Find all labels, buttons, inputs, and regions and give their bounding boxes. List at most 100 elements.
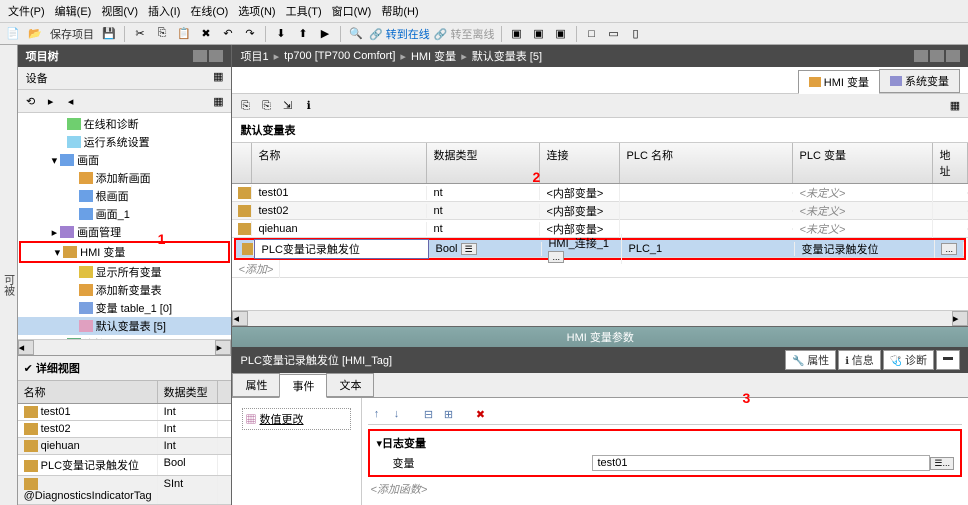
hmi-tag-params-divider[interactable]: HMI 变量参数 [232,326,968,347]
tree-hscroll[interactable]: ◂▸ [18,339,232,355]
tab-hmi-tags[interactable]: HMI 变量 [798,70,880,94]
ev-outdent-icon[interactable]: ⊞ [440,406,456,422]
save-icon[interactable]: 💾 [100,25,118,43]
menu-edit[interactable]: 编辑(E) [51,2,96,20]
tree-default-tag-table[interactable]: 默认变量表 [5] [18,317,232,335]
grid-hscroll[interactable]: ◂▸ [232,310,968,326]
new-project-icon[interactable]: 📄 [4,25,22,43]
event-var-picker-icon[interactable]: ☰... [930,457,954,470]
tag-row-selected[interactable]: PLC变量记录触发位 Bool ☰ HMI_连接_1 ... PLC_1 变量记… [236,240,964,258]
download-icon[interactable]: ⬇ [272,25,290,43]
undo-icon[interactable]: ↶ [219,25,237,43]
open-project-icon[interactable]: 📂 [26,25,44,43]
menu-help[interactable]: 帮助(H) [377,2,422,20]
ct-btn2[interactable]: ⎘ [258,97,276,115]
event-value-change[interactable]: ▦ 数值更改 [242,408,351,430]
menu-window[interactable]: 窗口(W) [328,2,376,20]
search-icon[interactable]: 🔍 [347,25,365,43]
tree-nav-icon[interactable]: ⟲ [22,92,40,110]
detail-row[interactable]: qiehuanInt [18,438,232,455]
tree-runtime-settings[interactable]: 运行系统设置 [18,133,232,151]
collapse-icon[interactable] [193,50,207,62]
layout-icon-1[interactable]: □ [583,25,601,43]
upload-icon[interactable]: ⬆ [294,25,312,43]
tree-show-all-tags[interactable]: 显示所有变量 [18,263,232,281]
go-offline-button[interactable]: 🔗 转至离线 [434,26,495,42]
tree-screen-1[interactable]: 画面_1 [18,205,232,223]
event-function-block: ▾ 日志变量 变量 ☰... [368,429,962,477]
tool-icon-2[interactable]: ▣ [530,25,548,43]
tool-icon-1[interactable]: ▣ [508,25,526,43]
prop-tab-info[interactable]: ℹ 信息 [838,350,881,370]
close-icon[interactable] [946,50,960,62]
ev-up-icon[interactable]: ↑ [368,406,384,422]
tag-row[interactable]: test02nt<内部变量><未定义> [232,202,968,220]
ev-delete-icon[interactable]: ✖ [472,406,488,422]
menu-view[interactable]: 视图(V) [97,2,142,20]
ev-down-icon[interactable]: ↓ [388,406,404,422]
plcvar-picker-icon[interactable]: ... [941,243,957,255]
tag-row[interactable]: test01nt<内部变量><未定义> [232,184,968,202]
event-add-function[interactable]: <添加函数> [368,479,962,499]
event-log-variable[interactable]: ▾ 日志变量 [374,433,956,453]
menu-tools[interactable]: 工具(T) [282,2,326,20]
tree-hmi-tags[interactable]: ▾HMI 变量 [19,241,231,263]
prop-tab-properties[interactable]: 🔧 属性 [785,350,836,370]
max-icon[interactable] [930,50,944,62]
ct-settings-icon[interactable]: ▦ [946,96,964,114]
tree-tag-table-1[interactable]: 变量 table_1 [0] [18,299,232,317]
ct-export-icon[interactable]: ⇲ [279,96,297,114]
side-tab-vertical[interactable]: 可被 [0,45,18,505]
subtab-events[interactable]: 事件 [279,374,327,398]
detail-row[interactable]: test01Int [18,404,232,421]
prop-tab-diag[interactable]: 🩺 诊断 [883,350,934,370]
redo-icon[interactable]: ↷ [241,25,259,43]
ev-indent-icon[interactable]: ⊟ [420,406,436,422]
tree-root-screen[interactable]: 根画面 [18,187,232,205]
copy-icon[interactable]: ⎘ [153,25,171,43]
ct-name-icon[interactable]: ℹ [300,96,318,114]
dtype-picker-icon[interactable]: ☰ [461,243,477,255]
menu-file[interactable]: 文件(P) [4,2,49,20]
layout-icon-3[interactable]: ▯ [627,25,645,43]
tree-screen-mgmt[interactable]: ▸画面管理 [18,223,232,241]
min-icon[interactable] [914,50,928,62]
bc-table[interactable]: 默认变量表 [5] [472,48,542,64]
tree-opts-icon[interactable]: ▦ [209,92,227,110]
delete-icon[interactable]: ✖ [197,25,215,43]
tree-add-tag-table[interactable]: 添加新变量表 [18,281,232,299]
tree-expand-icon[interactable]: ▸ [42,92,60,110]
layout-icon-2[interactable]: ▭ [605,25,623,43]
menu-options[interactable]: 选项(N) [234,2,279,20]
tab-system-tags[interactable]: 系统变量 [879,69,960,93]
go-online-button[interactable]: 🔗 转到在线 [369,26,430,42]
menu-online[interactable]: 在线(O) [186,2,232,20]
prop-collapse-icon[interactable]: ▬ [936,350,960,370]
event-variable-input[interactable] [592,455,930,471]
bc-device[interactable]: tp700 [TP700 Comfort] [284,50,395,62]
subtab-attributes[interactable]: 属性 [232,373,280,397]
tree-online-diag[interactable]: 在线和诊断 [18,115,232,133]
bc-hmitags[interactable]: HMI 变量 [411,48,456,64]
compile-icon[interactable]: ▶ [316,25,334,43]
detail-row[interactable]: @DiagnosticsIndicatorTagSInt [18,476,232,505]
main-toolbar: 📄 📂 保存项目 💾 ✂ ⎘ 📋 ✖ ↶ ↷ ⬇ ⬆ ▶ 🔍 🔗 转到在线 🔗 … [0,23,968,45]
detail-row[interactable]: test02Int [18,421,232,438]
menu-insert[interactable]: 插入(I) [144,2,184,20]
subtab-texts[interactable]: 文本 [326,373,374,397]
tree-add-screen[interactable]: 添加新画面 [18,169,232,187]
tree-connections[interactable]: 连接 [18,335,232,339]
event-variable-row[interactable]: 变量 ☰... [374,453,956,473]
tree-collapse-icon[interactable]: ◂ [62,92,80,110]
device-view-toggle-icon[interactable]: ▦ [213,70,223,86]
tree-screens[interactable]: ▾画面 [18,151,232,169]
conn-picker-icon[interactable]: ... [548,251,564,263]
ct-btn1[interactable]: ⎘ [236,97,254,115]
save-project-button[interactable]: 保存项目 [48,26,96,42]
cut-icon[interactable]: ✂ [131,25,149,43]
pin-icon[interactable] [209,50,223,62]
detail-row[interactable]: PLC变量记录触发位Bool [18,455,232,476]
bc-project[interactable]: 项目1 [240,48,268,64]
tool-icon-3[interactable]: ▣ [552,25,570,43]
paste-icon[interactable]: 📋 [175,25,193,43]
